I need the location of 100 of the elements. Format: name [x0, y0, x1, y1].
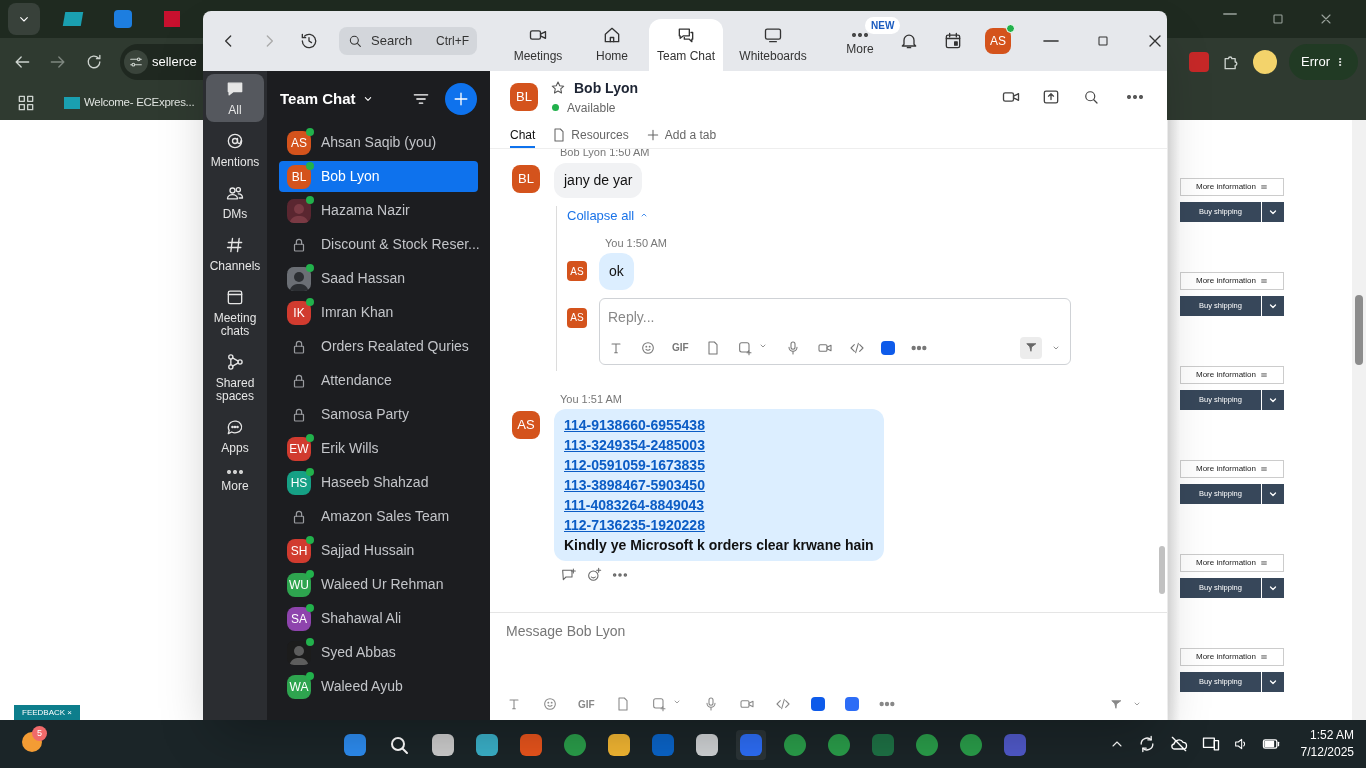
- avatar: EW: [287, 436, 311, 461]
- rail-item[interactable]: More: [206, 464, 264, 498]
- new-badge: NEW: [865, 17, 901, 34]
- order-link[interactable]: 113-3898467-5903450: [564, 475, 874, 495]
- address-text: sellerce: [152, 53, 197, 72]
- chat-list-item[interactable]: HS Haseeb Shahzad: [279, 467, 478, 498]
- notification-badge: 5: [32, 726, 47, 741]
- message-meta: You 1:50 AM: [605, 236, 668, 251]
- chat-name: Hazama Nazir: [321, 201, 410, 220]
- rail-item[interactable]: Apps: [206, 412, 264, 460]
- shortcut-hint: Ctrl+F: [436, 33, 469, 50]
- chat-name: Waleed Ur Rehman: [321, 575, 444, 594]
- chat-list-item[interactable]: SA Shahawal Ali: [279, 603, 478, 634]
- chat-list-item[interactable]: Hazama Nazir: [279, 195, 478, 226]
- chat-list-item[interactable]: Orders Realated Quries: [279, 331, 478, 362]
- avatar: WU: [287, 572, 311, 597]
- chat-name: Samosa Party: [321, 405, 409, 424]
- order-link[interactable]: 113-3249354-2485003: [564, 435, 874, 455]
- collapse-all-link[interactable]: Collapse all: [567, 205, 651, 225]
- avatar: BL: [287, 164, 311, 189]
- message-bubble: jany de yar: [554, 162, 643, 198]
- more-information-button[interactable]: More information: [1180, 554, 1284, 572]
- chat-list-item[interactable]: SH Sajjad Hussain: [279, 535, 478, 566]
- chat-name: Erik Wills: [321, 439, 379, 458]
- message-text: Kindly ye Microsoft k orders clear krwane hain: [564, 536, 874, 555]
- nav-tab[interactable]: Home: [575, 19, 649, 71]
- order-link[interactable]: 112-7136235-1920228: [564, 515, 874, 535]
- chat-name: Ahsan Saqib (you): [321, 133, 437, 152]
- chat-name: Saad Hassan: [321, 269, 406, 288]
- nav-tab[interactable]: Meetings: [501, 19, 575, 71]
- order-link[interactable]: 111-4083264-8849043: [564, 495, 874, 515]
- nav-tab[interactable]: Whiteboards: [723, 19, 823, 71]
- chat-list-item[interactable]: Attendance: [279, 365, 478, 396]
- chat-list-item[interactable]: IK Imran Khan: [279, 297, 478, 328]
- chat-name: Amazon Sales Team: [321, 507, 450, 526]
- rail-item[interactable]: Meeting chats: [206, 282, 264, 343]
- gif-button[interactable]: GIF: [672, 340, 689, 355]
- clock-time: 1:52 AM: [1309, 727, 1354, 744]
- chat-tab[interactable]: Chat: [510, 123, 536, 148]
- message-meta: You 1:51 AM: [560, 391, 623, 407]
- gif-button[interactable]: GIF: [578, 696, 595, 712]
- rail-item[interactable]: All: [206, 74, 264, 122]
- rail-item[interactable]: Mentions: [206, 126, 264, 174]
- chat-list-item[interactable]: Discount & Stock Reser...: [279, 229, 478, 260]
- avatar: SA: [287, 606, 311, 631]
- avatar: BL: [510, 83, 538, 111]
- more-information-button[interactable]: More information: [1180, 648, 1284, 666]
- error-button[interactable]: Error: [1289, 44, 1358, 80]
- chat-list-item[interactable]: Amazon Sales Team: [279, 501, 478, 532]
- list-title[interactable]: Team Chat: [280, 87, 356, 111]
- contact-name: Bob Lyon: [574, 78, 639, 98]
- chat-list-item[interactable]: Syed Abbas: [279, 637, 478, 668]
- nav-tab[interactable]: Team Chat: [649, 19, 723, 71]
- avatar: AS: [512, 411, 540, 439]
- message-meta: Bob Lyon 1:50 AM: [560, 149, 651, 160]
- chat-tab[interactable]: Resources: [551, 123, 629, 148]
- order-link[interactable]: 112-0591059-1673835: [564, 455, 874, 475]
- rail-item[interactable]: Channels: [206, 230, 264, 278]
- message-input[interactable]: Message Bob Lyon: [506, 621, 1151, 641]
- clock-date: 7/12/2025: [1300, 744, 1354, 761]
- status-text: Available: [567, 99, 616, 117]
- avatar: HS: [287, 470, 311, 495]
- chat-name: Waleed Ayub: [321, 677, 403, 696]
- profile-avatar[interactable]: AS: [985, 28, 1011, 54]
- rail-item[interactable]: Shared spaces: [206, 347, 264, 408]
- address-bar[interactable]: sellerce: [120, 44, 203, 80]
- chat-list-item[interactable]: BL Bob Lyon: [279, 161, 478, 192]
- chat-list-item[interactable]: EW Erik Wills: [279, 433, 478, 464]
- chat-tab[interactable]: Add a tab: [644, 123, 717, 148]
- bookmark-link[interactable]: Welcome- ECExpres...: [84, 94, 195, 112]
- more-information-button[interactable]: More information: [1180, 178, 1284, 196]
- avatar: IK: [287, 300, 311, 325]
- chat-name: Bob Lyon: [321, 167, 380, 186]
- avatar: WA: [287, 674, 311, 699]
- chat-list-item[interactable]: Samosa Party: [279, 399, 478, 430]
- order-link[interactable]: 114-9138660-6955438: [564, 415, 874, 435]
- feedback-button[interactable]: FEEDBACK ×: [14, 705, 80, 720]
- more-information-button[interactable]: More information: [1180, 272, 1284, 290]
- rail-item[interactable]: DMs: [206, 178, 264, 226]
- chat-list-item[interactable]: WU Waleed Ur Rehman: [279, 569, 478, 600]
- chat-list-item[interactable]: Saad Hassan: [279, 263, 478, 294]
- message-bubble: ok: [599, 252, 634, 290]
- chat-name: Syed Abbas: [321, 643, 396, 662]
- avatar: AS: [567, 307, 587, 328]
- chat-name: Haseeb Shahzad: [321, 473, 429, 492]
- chat-name: Orders Realated Quries: [321, 337, 469, 356]
- more-information-button[interactable]: More information: [1180, 460, 1284, 478]
- reply-input[interactable]: Reply...: [608, 306, 1062, 328]
- avatar: AS: [287, 130, 311, 155]
- avatar: AS: [567, 261, 587, 281]
- chat-list-item[interactable]: AS Ahsan Saqib (you): [279, 127, 478, 158]
- search-input[interactable]: Search: [371, 31, 417, 51]
- reply-box[interactable]: Reply... GIF: [599, 297, 1071, 365]
- avatar: SH: [287, 538, 311, 563]
- chat-list-item[interactable]: WA Waleed Ayub: [279, 671, 478, 702]
- more-information-button[interactable]: More information: [1180, 366, 1284, 384]
- chat-name: Shahawal Ali: [321, 609, 402, 628]
- chat-name: Imran Khan: [321, 303, 394, 322]
- avatar: BL: [512, 164, 540, 193]
- search-field[interactable]: Search Ctrl+F: [339, 27, 477, 55]
